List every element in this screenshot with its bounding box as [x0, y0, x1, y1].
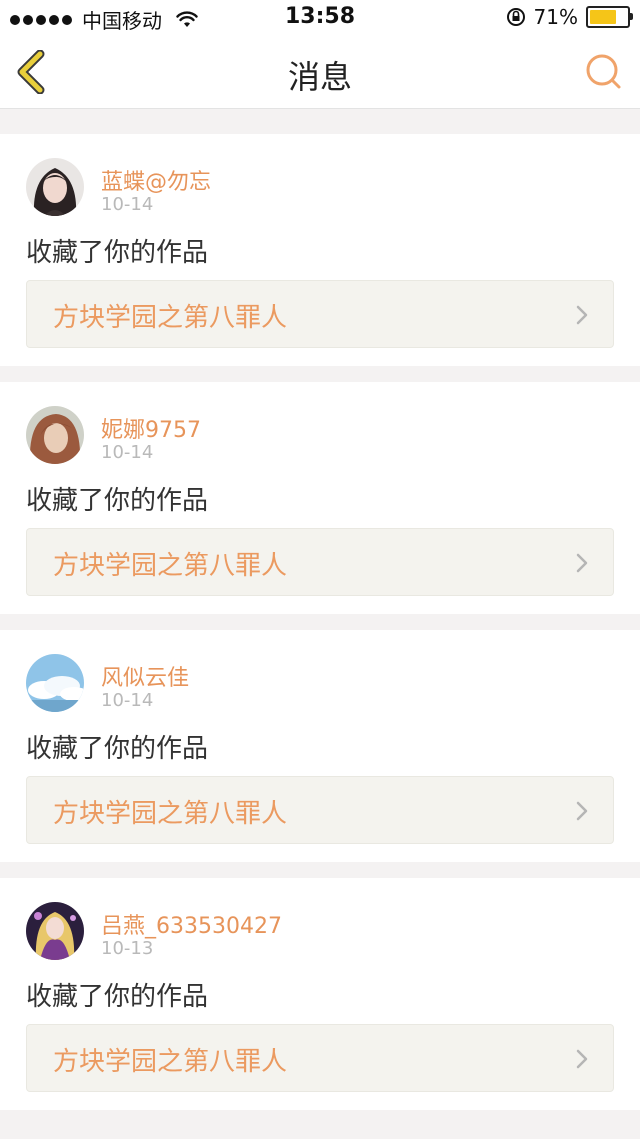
message-date: 10-14: [101, 690, 154, 711]
username[interactable]: 蓝蝶@勿忘: [101, 164, 211, 196]
message-action: 收藏了你的作品: [26, 982, 209, 1012]
battery-icon: [586, 6, 633, 28]
username[interactable]: 吕燕_633530427: [101, 908, 282, 940]
chevron-right-icon: [576, 305, 588, 325]
status-right: 71%: [506, 5, 633, 29]
username[interactable]: 妮娜9757: [101, 412, 201, 444]
work-title: 方块学园之第八罪人: [53, 551, 288, 581]
chevron-right-icon: [576, 553, 588, 573]
work-link[interactable]: 方块学园之第八罪人: [26, 776, 614, 844]
avatar[interactable]: [26, 406, 84, 464]
search-icon[interactable]: [584, 52, 624, 92]
page-title: 消息: [287, 58, 352, 96]
work-title: 方块学园之第八罪人: [53, 303, 288, 333]
message-date: 10-13: [101, 938, 154, 959]
message-action: 收藏了你的作品: [26, 238, 209, 268]
message-list: 蓝蝶@勿忘 10-14 收藏了你的作品 方块学园之第八罪人 妮娜9757 10-…: [0, 118, 640, 1126]
status-bar: 中国移动 13:58 71%: [0, 0, 640, 36]
message-date: 10-14: [101, 194, 154, 215]
work-link[interactable]: 方块学园之第八罪人: [26, 528, 614, 596]
rotation-lock-icon: [506, 8, 525, 26]
avatar[interactable]: [26, 902, 84, 960]
message-card: 蓝蝶@勿忘 10-14 收藏了你的作品 方块学园之第八罪人: [0, 134, 640, 366]
avatar[interactable]: [26, 158, 84, 216]
message-card: 吕燕_633530427 10-13 收藏了你的作品 方块学园之第八罪人: [0, 878, 640, 1110]
battery-level: [590, 10, 616, 24]
work-title: 方块学园之第八罪人: [53, 799, 288, 829]
message-card: 妮娜9757 10-14 收藏了你的作品 方块学园之第八罪人: [0, 382, 640, 614]
work-title: 方块学园之第八罪人: [53, 1047, 288, 1077]
chevron-right-icon: [576, 801, 588, 821]
username[interactable]: 风似云佳: [101, 660, 189, 692]
avatar[interactable]: [26, 654, 84, 712]
message-action: 收藏了你的作品: [26, 486, 209, 516]
work-link[interactable]: 方块学园之第八罪人: [26, 280, 614, 348]
message-action: 收藏了你的作品: [26, 734, 209, 764]
nav-bar: 消息: [0, 36, 640, 109]
work-link[interactable]: 方块学园之第八罪人: [26, 1024, 614, 1092]
message-card: 风似云佳 10-14 收藏了你的作品 方块学园之第八罪人: [0, 630, 640, 862]
message-date: 10-14: [101, 442, 154, 463]
battery-percent: 71%: [533, 5, 578, 29]
chevron-right-icon: [576, 1049, 588, 1069]
